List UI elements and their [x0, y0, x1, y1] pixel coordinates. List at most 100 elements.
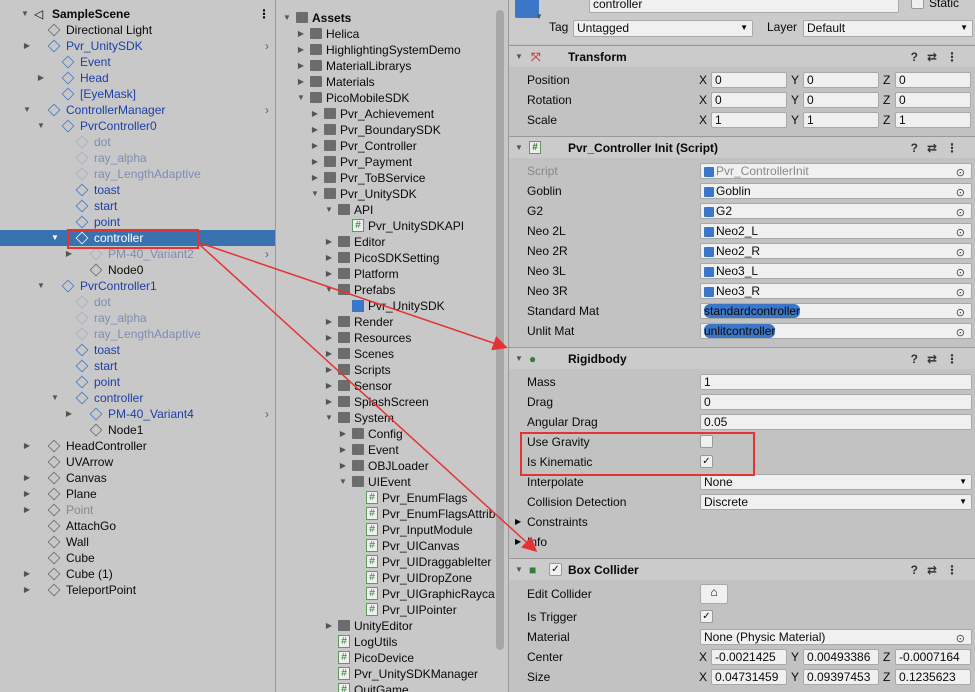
- project-item[interactable]: ▶ HighlightingSystemDemo: [276, 42, 496, 58]
- project-item[interactable]: # Pvr_UICanvas: [276, 538, 496, 554]
- hierarchy-item[interactable]: ▼ ControllerManager ›: [0, 102, 275, 118]
- project-item[interactable]: # Pvr_UIDropZone: [276, 570, 496, 586]
- hierarchy-item[interactable]: ▶ Head: [0, 70, 275, 86]
- expand-arrow-icon[interactable]: ▼: [324, 202, 334, 218]
- component-icons[interactable]: ?⇄⋮: [911, 137, 967, 159]
- vector-x-field[interactable]: 1: [711, 112, 787, 128]
- object-picker-icon[interactable]: ⊙: [956, 206, 965, 218]
- project-item[interactable]: ▼ API: [276, 202, 496, 218]
- expand-arrow-icon[interactable]: ▶: [296, 42, 306, 58]
- hierarchy-item[interactable]: Cube: [0, 550, 275, 566]
- object-name-field[interactable]: controller: [589, 0, 899, 13]
- project-item[interactable]: # Pvr_UIGraphicRayca: [276, 586, 496, 602]
- more-menu-icon[interactable]: ⋮: [258, 6, 270, 22]
- checkbox[interactable]: ✓: [700, 455, 713, 468]
- project-item[interactable]: Pvr_UnitySDK: [276, 298, 496, 314]
- hierarchy-item[interactable]: start: [0, 358, 275, 374]
- object-field[interactable]: G2 ⊙: [700, 203, 972, 219]
- hierarchy-item[interactable]: Event: [0, 54, 275, 70]
- expand-arrow-icon[interactable]: ▼: [50, 390, 60, 406]
- object-field[interactable]: Neo2_L ⊙: [700, 223, 972, 239]
- hierarchy-item[interactable]: point: [0, 214, 275, 230]
- project-item[interactable]: ▶ Scripts: [276, 362, 496, 378]
- edit-collider-button[interactable]: ⌂: [700, 584, 728, 604]
- chevron-right-icon[interactable]: ›: [265, 406, 269, 422]
- project-item[interactable]: # PicoDevice: [276, 650, 496, 666]
- expand-arrow-icon[interactable]: ▼: [36, 118, 46, 134]
- vector-z-field[interactable]: 0: [895, 92, 971, 108]
- hierarchy-item[interactable]: ▶ Canvas: [0, 470, 275, 486]
- project-item[interactable]: ▼ PicoMobileSDK: [276, 90, 496, 106]
- project-item[interactable]: # Pvr_UIDraggableIter: [276, 554, 496, 570]
- layer-dropdown[interactable]: Default ▼: [803, 20, 973, 37]
- expand-arrow-icon[interactable]: ▶: [22, 38, 32, 54]
- hierarchy-item[interactable]: ▼ controller: [0, 390, 275, 406]
- angular-drag-field[interactable]: 0.05: [700, 414, 972, 430]
- vector-z-field[interactable]: 0.1235623: [895, 669, 971, 685]
- tag-dropdown[interactable]: Untagged ▼: [573, 20, 753, 37]
- project-item[interactable]: # QuitGame: [276, 682, 496, 692]
- expand-arrow-icon[interactable]: ▶: [64, 246, 74, 262]
- hierarchy-item[interactable]: Wall: [0, 534, 275, 550]
- hierarchy-item[interactable]: ray_alpha: [0, 310, 275, 326]
- object-picker-icon[interactable]: ⊙: [956, 246, 965, 258]
- vector-z-field[interactable]: -0.0007164: [895, 649, 971, 665]
- expand-arrow-icon[interactable]: ▶: [324, 394, 334, 410]
- vector-x-field[interactable]: 0: [711, 72, 787, 88]
- hierarchy-item[interactable]: ▶ PM-40_Variant4 ›: [0, 406, 275, 422]
- expand-arrow-icon[interactable]: ▶: [310, 170, 320, 186]
- hierarchy-item[interactable]: ▶ Cube (1): [0, 566, 275, 582]
- expand-arrow-icon[interactable]: ▶: [22, 486, 32, 502]
- expand-arrow-icon[interactable]: ▶: [22, 438, 32, 454]
- collapse-arrow-icon[interactable]: ▼: [515, 46, 523, 68]
- enable-checkbox[interactable]: ✓: [549, 563, 562, 576]
- expand-arrow-icon[interactable]: ▶: [324, 346, 334, 362]
- project-item[interactable]: ▶ Pvr_Achievement: [276, 106, 496, 122]
- component-icons[interactable]: ?⇄⋮: [911, 46, 967, 68]
- object-field[interactable]: unlitcontroller ⊙: [700, 323, 972, 339]
- hierarchy-item[interactable]: start: [0, 198, 275, 214]
- project-item[interactable]: ▶ MaterialLibrarys: [276, 58, 496, 74]
- vector-y-field[interactable]: 0.09397453: [803, 669, 879, 685]
- expand-arrow-icon[interactable]: ▶: [324, 266, 334, 282]
- vector-x-field[interactable]: 0.04731459: [711, 669, 787, 685]
- vector-x-field[interactable]: 0: [711, 92, 787, 108]
- expand-arrow-icon[interactable]: ▶: [64, 406, 74, 422]
- scene-header[interactable]: ▼ ◁ SampleScene ⋮: [0, 6, 275, 22]
- component-icons[interactable]: ?⇄⋮: [911, 559, 967, 581]
- project-item[interactable]: ▶ Sensor: [276, 378, 496, 394]
- project-item[interactable]: # Pvr_InputModule: [276, 522, 496, 538]
- vector-y-field[interactable]: 0: [803, 92, 879, 108]
- static-checkbox[interactable]: [911, 0, 924, 9]
- expand-arrow-icon[interactable]: ▼: [310, 186, 320, 202]
- project-item[interactable]: ▶ PicoSDKSetting: [276, 250, 496, 266]
- hierarchy-item[interactable]: Node0: [0, 262, 275, 278]
- collapse-arrow-icon[interactable]: ▼: [515, 137, 523, 159]
- expand-arrow-icon[interactable]: ▶: [324, 250, 334, 266]
- expand-arrow-icon[interactable]: ▼: [324, 282, 334, 298]
- hierarchy-item[interactable]: ▼ PvrController0: [0, 118, 275, 134]
- hierarchy-item[interactable]: ray_LengthAdaptive: [0, 326, 275, 342]
- object-picker-icon[interactable]: ⊙: [956, 186, 965, 198]
- hierarchy-item[interactable]: ▶ Pvr_UnitySDK ›: [0, 38, 275, 54]
- collapse-arrow-icon[interactable]: ▼: [515, 559, 523, 581]
- object-picker-icon[interactable]: ⊙: [956, 166, 965, 178]
- object-field[interactable]: standardcontroller ⊙: [700, 303, 972, 319]
- expand-arrow-icon[interactable]: ▶: [22, 502, 32, 518]
- object-picker-icon[interactable]: ⊙: [956, 632, 965, 644]
- project-item[interactable]: ▼ Pvr_UnitySDK: [276, 186, 496, 202]
- expand-arrow-icon[interactable]: ▶: [310, 138, 320, 154]
- expand-arrow-icon[interactable]: ▼: [324, 410, 334, 426]
- project-item[interactable]: ▼ Assets: [276, 10, 496, 26]
- checkbox[interactable]: [700, 435, 713, 448]
- drag-field[interactable]: 0: [700, 394, 972, 410]
- hierarchy-item[interactable]: UVArrow: [0, 454, 275, 470]
- project-item[interactable]: ▼ Prefabs: [276, 282, 496, 298]
- project-item[interactable]: ▶ UnityEditor: [276, 618, 496, 634]
- expand-arrow-icon[interactable]: ▶: [22, 582, 32, 598]
- expand-arrow-icon[interactable]: ▶: [324, 362, 334, 378]
- script-component-header[interactable]: ▼ # Pvr_Controller Init (Script) ?⇄⋮: [509, 136, 975, 158]
- expand-arrow-icon[interactable]: ▶: [324, 618, 334, 634]
- project-item[interactable]: ▶ Config: [276, 426, 496, 442]
- expand-arrow-icon[interactable]: ▶: [324, 234, 334, 250]
